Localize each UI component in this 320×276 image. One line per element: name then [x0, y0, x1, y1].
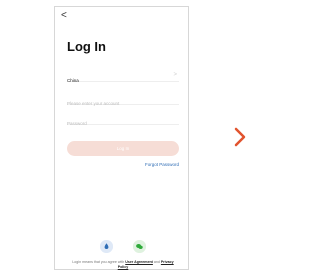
country-label: China [67, 78, 79, 83]
wechat-icon[interactable] [133, 240, 146, 253]
user-agreement-link[interactable]: User Agreement [125, 260, 153, 264]
water-drop-icon[interactable] [100, 240, 113, 253]
chevron-right-icon: > [173, 72, 177, 78]
account-field[interactable]: Please enter your account [67, 92, 179, 106]
terms-text: Login means that you agree with User Agr… [67, 260, 179, 270]
account-placeholder: Please enter your account [67, 101, 120, 106]
login-screen: < Log In China > Please enter your accou… [54, 6, 189, 270]
terms-prefix: Login means that you agree with [72, 260, 125, 264]
back-button[interactable]: < [61, 11, 67, 21]
page-title: Log In [67, 39, 106, 54]
country-selector[interactable]: China > [67, 69, 179, 83]
terms-and: and [153, 260, 160, 264]
chevron-right-icon [229, 126, 251, 148]
password-placeholder: Password [67, 121, 87, 126]
login-button[interactable]: Log In [67, 141, 179, 156]
password-field[interactable]: Password [67, 112, 179, 126]
forgot-password-link[interactable]: Forgot Password [145, 162, 179, 167]
